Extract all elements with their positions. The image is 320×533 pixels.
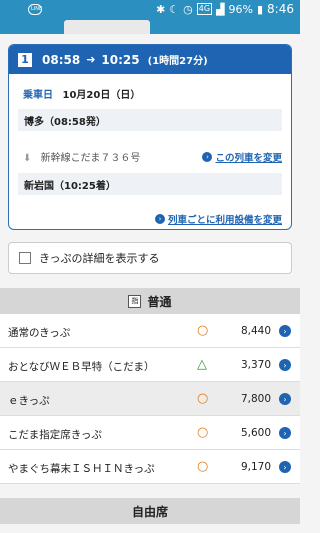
- destination-station: 新岩国（10:25着）: [18, 173, 282, 195]
- fare-row[interactable]: おとなびＷＥＢ早特（こだま） △ 3,370 ›: [0, 348, 300, 382]
- chevron-right-icon[interactable]: ›: [279, 393, 291, 405]
- arrive-time: 10:25: [101, 52, 140, 67]
- network-type: 4G: [196, 3, 213, 15]
- chevron-right-icon[interactable]: ›: [279, 461, 291, 473]
- alarm-icon: ◷: [183, 2, 193, 16]
- fare-row[interactable]: やまぐち幕末ＩＳＨＩＮきっぷ ○ 9,170 ›: [0, 450, 300, 484]
- fare-price: 9,170: [240, 461, 271, 473]
- boarding-date: 乗車日 10月20日（日）: [23, 86, 140, 101]
- moon-icon: ☾: [169, 2, 180, 16]
- clock: 8:46: [267, 2, 294, 16]
- section-ordinary-title: 普通: [147, 294, 172, 309]
- change-train-link[interactable]: › この列車を変更: [202, 146, 282, 165]
- depart-time: 08:58: [42, 52, 81, 67]
- battery-icon: ▮: [256, 2, 264, 16]
- fare-name: ｅきっぷ: [8, 395, 50, 407]
- availability-circle-icon: ○: [197, 459, 209, 474]
- fare-price: 5,600: [240, 427, 271, 439]
- availability-circle-icon: ○: [197, 391, 209, 406]
- fare-price: 8,440: [240, 325, 271, 337]
- chevron-right-icon: ›: [202, 151, 213, 162]
- itinerary-number: 1: [18, 52, 32, 67]
- itinerary-card: 1 08:58 ➜ 10:25 (1時間27分) 乗車日 10月20日（日） 博…: [8, 44, 292, 230]
- ticket-detail-toggle[interactable]: きっぷの詳細を表示する: [8, 242, 292, 274]
- fare-price: 3,370: [240, 359, 271, 371]
- status-bar: LINE ✱ ☾ ◷ 4G ▟ 96% ▮ 8:46: [0, 0, 300, 20]
- boarding-date-label: 乗車日: [23, 90, 53, 101]
- bluetooth-icon: ✱: [156, 2, 166, 16]
- section-unreserved: 自由席: [0, 498, 300, 524]
- fare-row[interactable]: ｅきっぷ ○ 7,800 ›: [0, 382, 300, 416]
- fare-name: 通常のきっぷ: [8, 327, 71, 339]
- ticket-detail-label: きっぷの詳細を表示する: [39, 252, 160, 265]
- fare-name: こだま指定席きっぷ: [8, 429, 102, 441]
- change-facility-link[interactable]: › 列車ごとに利用設備を変更: [154, 208, 282, 227]
- duration: (1時間27分): [147, 56, 208, 67]
- section-unreserved-title: 自由席: [131, 504, 168, 519]
- status-icons: ✱ ☾ ◷ 4G ▟ 96% ▮ 8:46: [156, 2, 294, 16]
- availability-triangle-icon: △: [197, 357, 207, 372]
- signal-icon: ▟: [216, 2, 225, 16]
- fare-name: やまぐち幕末ＩＳＨＩＮきっぷ: [8, 463, 155, 475]
- section-ordinary: 指 普通: [0, 288, 300, 314]
- fare-name: おとなびＷＥＢ早特（こだま）: [8, 361, 155, 373]
- availability-circle-icon: ○: [197, 323, 209, 338]
- itinerary-header: 1 08:58 ➜ 10:25 (1時間27分): [9, 45, 291, 74]
- boarding-date-value: 10月20日（日）: [62, 90, 141, 101]
- line-app-icon: LINE: [28, 4, 42, 15]
- fare-price: 7,800: [240, 393, 271, 405]
- chevron-right-icon: ›: [154, 213, 165, 224]
- availability-circle-icon: ○: [197, 425, 209, 440]
- active-tab[interactable]: [64, 20, 150, 34]
- fare-row[interactable]: 通常のきっぷ ○ 8,440 ›: [0, 314, 300, 348]
- arrow-right-icon: ➜: [86, 53, 96, 66]
- chevron-right-icon[interactable]: ›: [279, 427, 291, 439]
- battery-percent: 96%: [228, 2, 253, 16]
- chevron-right-icon[interactable]: ›: [279, 325, 291, 337]
- arrow-down-icon: ⬇: [23, 153, 32, 164]
- reserved-badge-icon: 指: [128, 294, 142, 308]
- origin-station: 博多（08:58発）: [18, 109, 282, 131]
- fare-row[interactable]: こだま指定席きっぷ ○ 5,600 ›: [0, 416, 300, 450]
- chevron-right-icon[interactable]: ›: [279, 359, 291, 371]
- train-name: 新幹線こだま７３６号: [40, 153, 141, 164]
- tab-bar: [0, 20, 300, 34]
- checkbox[interactable]: [19, 252, 31, 264]
